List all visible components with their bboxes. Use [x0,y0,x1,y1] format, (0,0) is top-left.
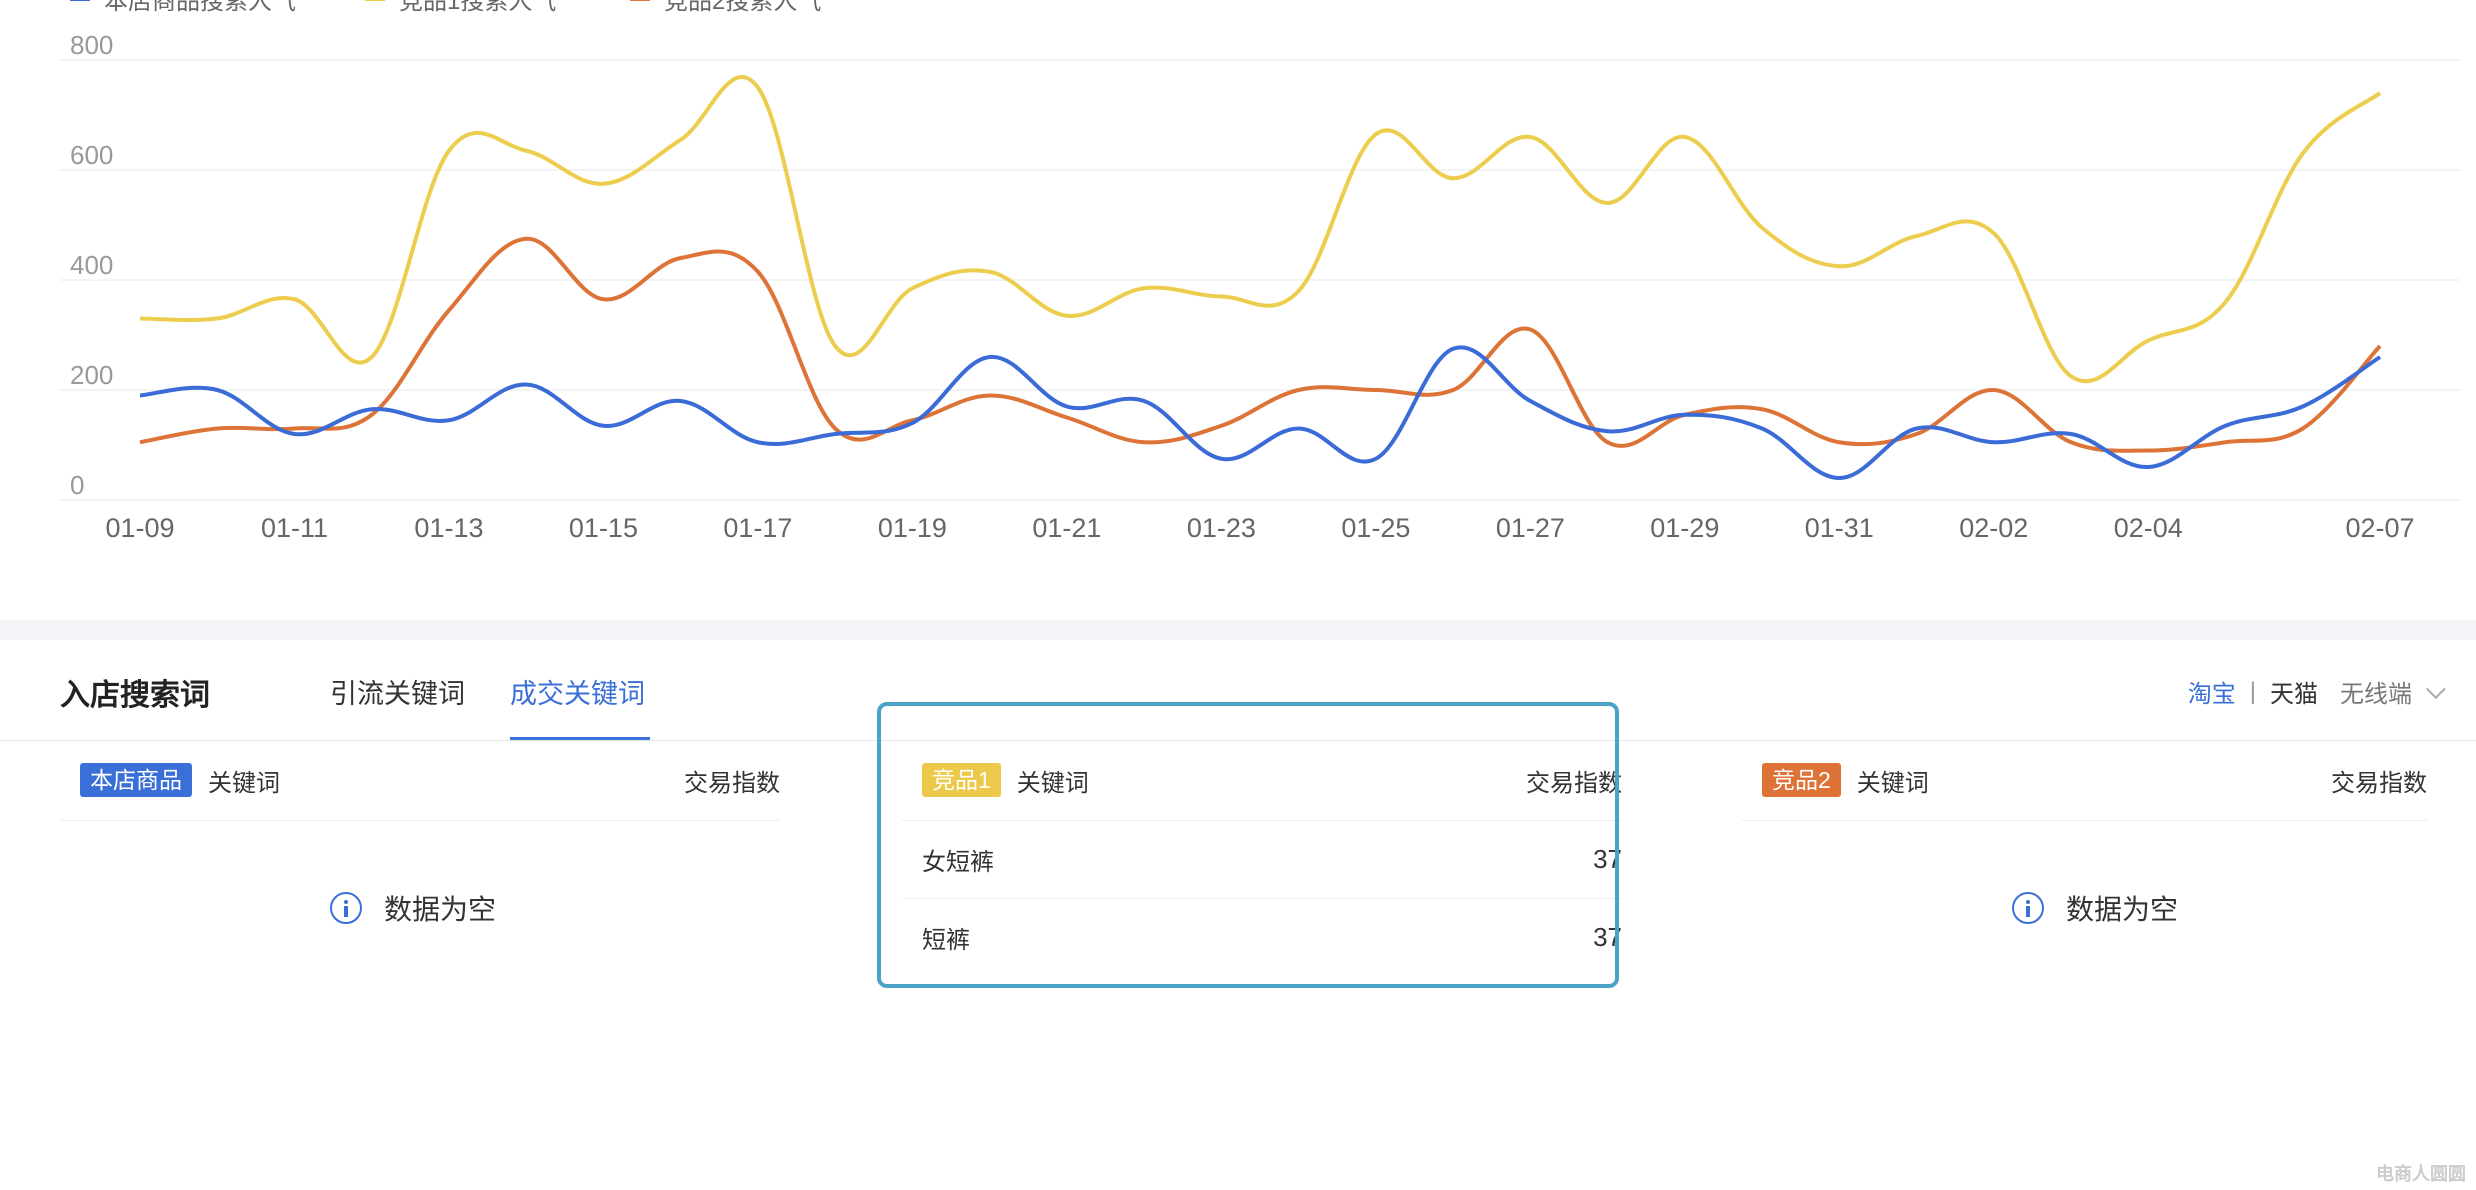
legend-label: 竞品1搜索人气 [399,0,557,15]
series-line-comp1 [139,75,2382,384]
section-gap [0,620,2476,640]
legend-swatch [630,0,650,1]
y-tick-label: 800 [70,30,113,60]
y-tick-label: 200 [70,360,113,390]
watermark: 电商人圆圆 [2376,1164,2466,1184]
trade-index-cell: 37 [1593,844,1622,874]
chevron-down-icon [2425,678,2446,699]
keyword-header: 关键词 [208,769,280,797]
table-row[interactable]: 短裤 37 [902,899,1622,976]
trend-chart: 800 600 400 200 0 01-09 01-11 01-13 01-15 01-17 01… [60,30,2460,543]
keyword-cell: 短裤 [922,927,970,954]
legend-item-own[interactable]: 本店商品搜索人气 [70,0,296,15]
platform-separator: | [2249,677,2256,705]
trade-index-header: 交易指数 [1526,769,1622,797]
x-tick-label: 02-04 [2114,513,2183,543]
own-store-badge: 本店商品 [80,763,192,797]
device-dropdown-label: 无线端 [2340,681,2412,708]
legend-label: 竞品2搜索人气 [664,0,822,15]
x-tick-label: 01-29 [1650,513,1719,543]
y-tick-label: 0 [70,470,84,500]
x-tick-label: 02-07 [2345,513,2414,543]
info-icon [330,892,362,924]
trade-index-header: 交易指数 [2331,769,2427,797]
series-line-comp2 [139,236,2382,453]
table-row[interactable]: 女短裤 37 [902,821,1622,899]
platform-tmall[interactable]: 天猫 [2270,674,2318,709]
platform-switch: 淘宝 | 天猫 无线端 [2188,674,2446,709]
empty-state: 数据为空 [330,888,496,928]
x-tick-label: 02-02 [1959,513,2028,543]
x-tick-label: 01-27 [1496,513,1565,543]
empty-state: 数据为空 [2012,888,2178,928]
trend-chart-panel: 800 600 400 200 0 01-09 01-11 01-13 01-15 01-17 01… [0,0,2476,620]
keyword-header: 关键词 [1016,769,1089,797]
empty-text: 数据为空 [384,894,497,925]
column-header: 本店商品 关键词 交易指数 [60,740,780,821]
competitor2-keyword-column: 竞品2 关键词 交易指数 数据为空 [1742,740,2427,925]
x-tick-label: 01-31 [1805,513,1874,543]
x-tick-label: 01-23 [1187,513,1256,543]
x-tick-label: 01-15 [569,513,638,543]
tab-deal-keywords[interactable]: 成交关键词 [510,672,645,711]
column-header: 竞品2 关键词 交易指数 [1742,740,2427,821]
platform-taobao[interactable]: 淘宝 [2188,674,2236,709]
trade-index-header: 交易指数 [684,769,780,797]
x-tick-label: 01-13 [414,513,483,543]
legend-swatch [365,0,385,1]
tab-traffic-keywords[interactable]: 引流关键词 [330,672,465,711]
keyword-header: 关键词 [1856,769,1929,797]
x-tick-label: 01-25 [1341,513,1410,543]
x-tick-label: 01-21 [1032,513,1101,543]
device-dropdown[interactable]: 无线端 [2340,674,2446,709]
x-tick-label: 01-09 [105,513,174,543]
y-tick-label: 400 [70,250,113,280]
competitor1-keyword-column: 竞品1 关键词 交易指数 女短裤 37 短裤 37 [902,740,1622,976]
legend-label: 本店商品搜索人气 [104,0,296,15]
info-icon [2012,892,2044,924]
x-tick-label: 01-19 [878,513,947,543]
series-line-own [139,345,2382,480]
legend-item-comp2[interactable]: 竞品2搜索人气 [630,0,821,15]
keyword-cell: 女短裤 [922,849,994,876]
trade-index-cell: 37 [1593,922,1622,952]
section-title: 入店搜索词 [60,679,210,712]
own-store-keyword-column: 本店商品 关键词 交易指数 数据为空 [60,740,780,925]
competitor2-badge: 竞品2 [1762,763,1841,797]
store-search-keywords-section: 入店搜索词 引流关键词 成交关键词 淘宝 | 天猫 无线端 本店商品 关键词 交… [0,640,2476,1190]
legend-item-comp1[interactable]: 竞品1搜索人气 [365,0,556,15]
column-header: 竞品1 关键词 交易指数 [902,740,1622,821]
legend-swatch [70,0,90,1]
y-tick-label: 600 [70,140,113,170]
x-tick-label: 01-17 [723,513,792,543]
competitor1-badge: 竞品1 [922,763,1001,797]
empty-text: 数据为空 [2066,894,2179,925]
x-tick-label: 01-11 [261,513,328,543]
